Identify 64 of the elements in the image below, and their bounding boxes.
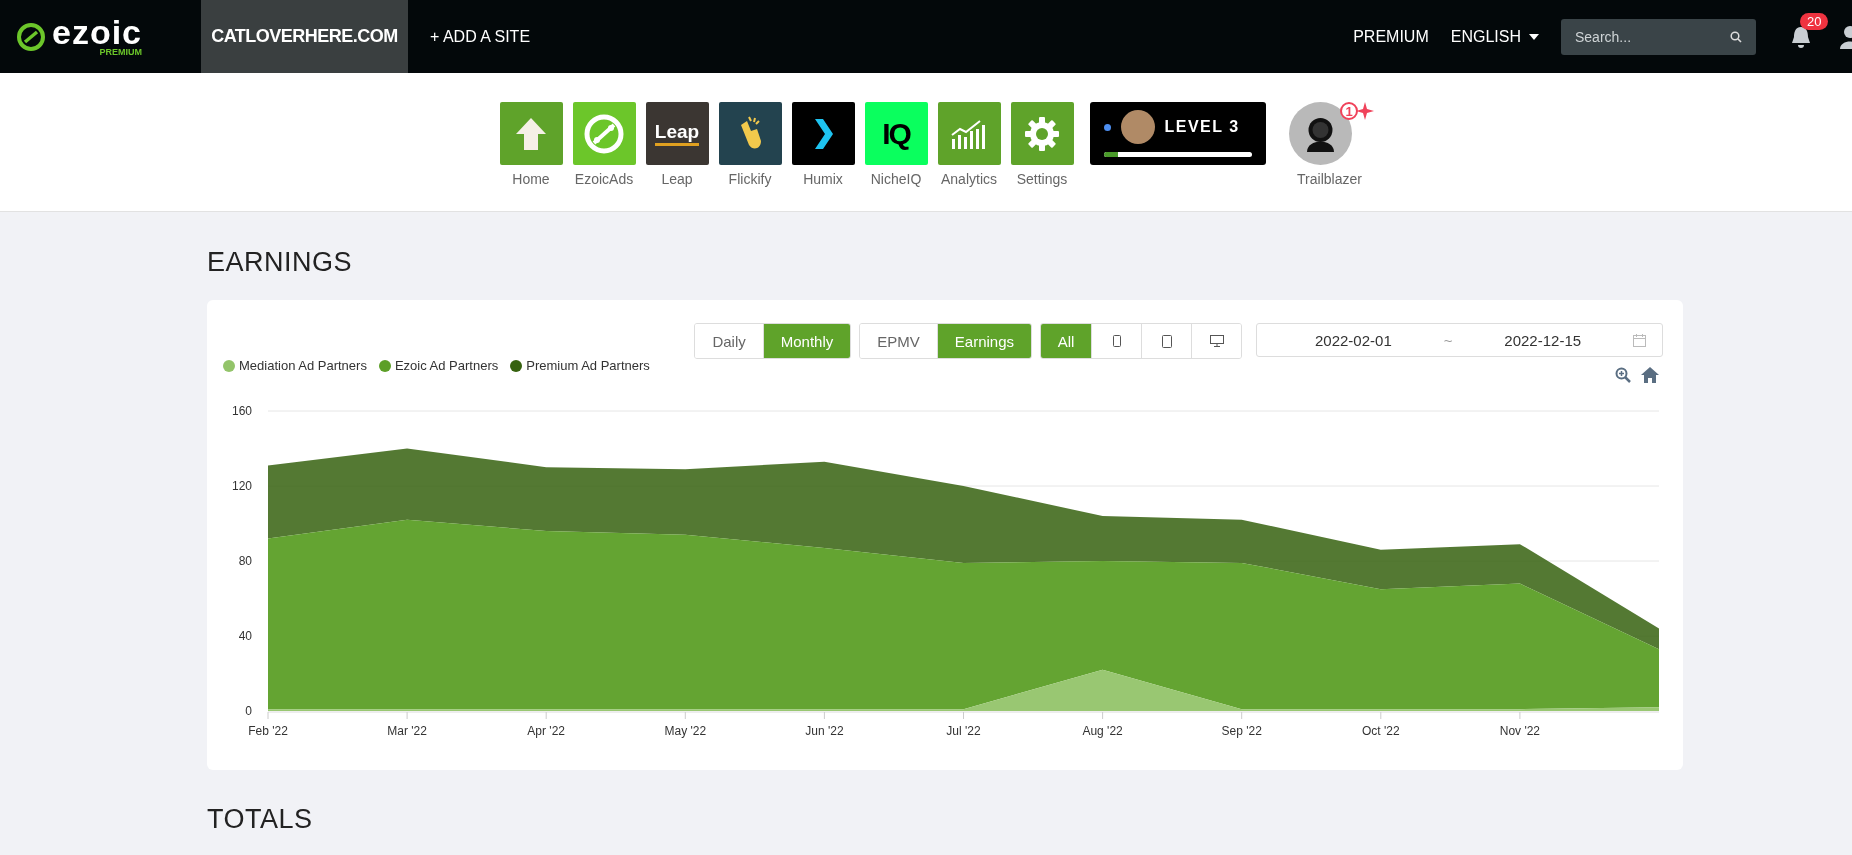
legend-item[interactable]: Mediation Ad Partners — [223, 358, 367, 373]
trailblazer-launcher[interactable]: 1 Trailblazer — [1281, 102, 1378, 187]
home-icon[interactable] — [1641, 367, 1659, 383]
level-badge[interactable]: LEVEL 3 — [1089, 102, 1266, 165]
app-launcher[interactable]: Humix — [791, 102, 855, 187]
chevron-icon — [813, 118, 833, 149]
x-axis-label: Jul '22 — [946, 724, 981, 738]
x-axis-label: Feb '22 — [248, 724, 288, 738]
legend-item[interactable]: Ezoic Ad Partners — [378, 358, 499, 373]
app-launcher[interactable]: IQ NicheIQ — [864, 102, 928, 187]
chart-icon — [950, 118, 988, 149]
x-axis-label: Sep '22 — [1221, 724, 1262, 738]
bell-icon[interactable] — [1790, 24, 1812, 49]
device-toggle[interactable]: All — [1041, 324, 1091, 358]
y-axis-label: 160 — [231, 404, 252, 418]
app-launcher[interactable]: Home — [499, 102, 563, 187]
notification-badge: 20 — [1800, 12, 1829, 30]
x-axis-label: Mar '22 — [387, 724, 427, 738]
search-icon — [1730, 30, 1742, 43]
count-badge: 1 — [1340, 102, 1358, 120]
date-range-field[interactable]: 2022-02-01 ~ 2022-12-15 — [1256, 323, 1663, 357]
site-tab[interactable]: CATLOVERHERE.COM — [201, 0, 408, 73]
premium-link[interactable]: PREMIUM — [1353, 27, 1429, 46]
app-launcher[interactable]: Analytics — [937, 102, 1001, 187]
x-axis-label: Apr '22 — [527, 724, 566, 738]
avatar-placeholder — [1120, 110, 1155, 144]
add-site-link[interactable]: + ADD A SITE — [430, 27, 531, 46]
app-launcher[interactable]: Flickify — [718, 102, 782, 187]
y-axis-label: 120 — [231, 479, 252, 493]
nicheiq-logo: IQ — [882, 116, 910, 151]
app-launcher[interactable]: EzoicAds — [572, 102, 636, 187]
x-axis-label: Jun '22 — [805, 724, 844, 738]
leap-logo: Leap — [654, 121, 700, 146]
x-axis-label: Nov '22 — [1499, 724, 1541, 738]
y-axis-label: 0 — [245, 704, 252, 718]
phone-icon — [1112, 335, 1121, 347]
metric-toggle[interactable]: Earnings — [936, 324, 1031, 358]
x-axis-label: Aug '22 — [1082, 724, 1123, 738]
tablet-icon — [1161, 334, 1172, 348]
monitor-icon — [1209, 335, 1224, 347]
app-launcher[interactable]: Settings — [1010, 102, 1074, 187]
logo-subtitle: PREMIUM — [99, 46, 143, 57]
section-title: EARNINGS — [207, 246, 354, 279]
y-axis-label: 40 — [238, 629, 252, 643]
calendar-icon — [1633, 333, 1646, 347]
logo-icon — [16, 21, 46, 52]
language-dropdown[interactable]: ENGLISH — [1450, 27, 1539, 46]
house-icon — [516, 117, 546, 150]
logo-wordmark: ezoic — [52, 16, 143, 47]
caret-icon — [1529, 33, 1539, 40]
x-axis-label: Oct '22 — [1362, 724, 1400, 738]
status-dot-icon — [1103, 123, 1111, 131]
search-field[interactable]: Search... — [1561, 18, 1756, 55]
settings-icon — [1024, 115, 1060, 152]
device-toggle[interactable] — [1191, 324, 1241, 358]
period-toggle[interactable]: Monthly — [762, 324, 851, 358]
legend-item[interactable]: Premium Ad Partners — [510, 358, 650, 373]
zoom-in-icon[interactable] — [1615, 367, 1631, 383]
astronaut-icon — [1289, 102, 1352, 165]
y-axis-label: 80 — [238, 554, 252, 568]
x-axis-label: May '22 — [664, 724, 707, 738]
app-launcher[interactable]: Leap Leap — [645, 102, 709, 187]
section-title: TOTALS — [207, 803, 314, 836]
level-title: LEVEL 3 — [1164, 118, 1240, 136]
